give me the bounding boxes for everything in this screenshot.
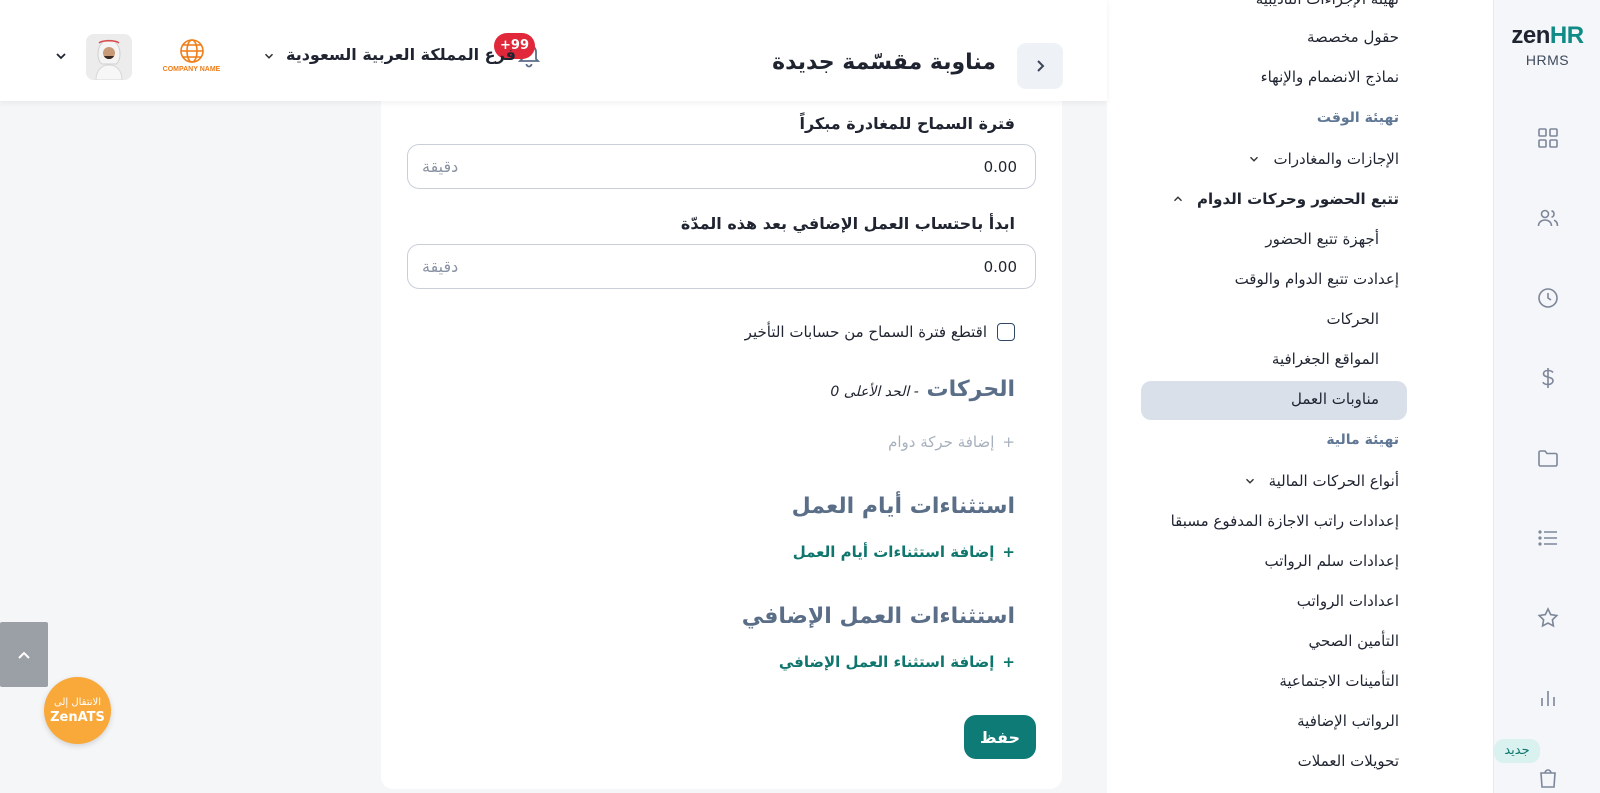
logo-text: zen	[1511, 22, 1550, 49]
nav-item-extra-salaries[interactable]: الرواتب الإضافية	[1297, 712, 1399, 730]
dashboard-icon[interactable]	[1536, 126, 1560, 150]
settings-nav: تهيئة الإجراءات التأديبية حقول مخصصة نما…	[1107, 0, 1493, 793]
dollar-icon[interactable]	[1536, 366, 1560, 390]
icon-rail: zenHR HRMS جديد	[1493, 0, 1600, 793]
scroll-to-top-button[interactable]	[0, 622, 48, 687]
page-title: مناوبة مقسّمة جديدة	[772, 50, 996, 75]
nav-item-label: إعدادات راتب الاجازة المدفوع مسبقا	[1170, 512, 1399, 530]
star-icon[interactable]	[1536, 606, 1560, 630]
overtime-start-label: ابدأ باحتساب العمل الإضافي بعد هذه المدّ…	[680, 214, 1015, 233]
nav-section-finance: تهيئة مالية	[1326, 432, 1399, 448]
add-overtime-exception-link[interactable]: + إضافة استثناء العمل الإضافي	[779, 653, 1015, 671]
zenats-line1: الانتقال إلى	[54, 696, 101, 708]
company-name: COMPANY NAME	[162, 66, 221, 73]
field-value: 0.00	[983, 157, 1017, 176]
chart-icon[interactable]	[1536, 686, 1560, 710]
save-button[interactable]: حفظ	[964, 715, 1036, 759]
plus-icon: +	[1002, 543, 1015, 561]
company-logo: COMPANY NAME	[155, 30, 228, 80]
branch-selector[interactable]: فرع المملكة العربية السعودية	[262, 45, 516, 64]
nav-item-custom-fields[interactable]: حقول مخصصة	[1307, 28, 1399, 46]
nav-item-label: تحويلات العملات	[1297, 752, 1399, 770]
overtime-start-field[interactable]: دقيقة 0.00	[407, 244, 1036, 289]
chevron-down-icon[interactable]	[53, 48, 69, 64]
nav-item-label: نماذج الانضمام والإنهاء	[1260, 68, 1399, 86]
chevron-up-icon	[1171, 192, 1185, 206]
movements-limit: - الحد الأعلى 0	[830, 384, 919, 400]
zenats-line2: ZenATS	[50, 709, 105, 725]
nav-item-prepaid-leave[interactable]: إعدادات راتب الاجازة المدفوع مسبقا	[1171, 512, 1399, 530]
users-icon[interactable]	[1536, 206, 1560, 230]
logo-accent-text: HR	[1549, 22, 1584, 49]
shift-form-card: فترة السماح للمغادرة مبكراً دقيقة 0.00 ا…	[381, 101, 1062, 789]
deduct-grace-checkbox[interactable]	[997, 323, 1015, 341]
list-icon[interactable]	[1536, 526, 1560, 550]
clock-icon[interactable]	[1536, 286, 1560, 310]
nav-item-attendance-devices[interactable]: أجهزة تتبع الحضور	[1265, 230, 1379, 248]
early-leave-label: فترة السماح للمغادرة مبكراً	[799, 114, 1015, 133]
add-movement-label: إضافة حركة دوام	[888, 433, 995, 451]
chevron-down-icon	[262, 48, 276, 62]
unit-suffix: دقيقة	[422, 257, 459, 276]
chevron-down-icon	[1243, 474, 1257, 488]
zenats-switch-button[interactable]: الانتقال إلى ZenATS	[44, 677, 111, 744]
unit-suffix: دقيقة	[422, 157, 459, 176]
folder-icon[interactable]	[1536, 446, 1560, 470]
nav-item-leaves[interactable]: الإجازات والمغادرات	[1247, 150, 1399, 168]
nav-item-salary-scale[interactable]: إعدادات سلم الرواتب	[1264, 552, 1399, 570]
add-workday-exception-label: إضافة استثناءات أيام العمل	[792, 543, 995, 561]
nav-item-label: التأمين الصحي	[1308, 632, 1399, 650]
logo-subtitle: HRMS	[1525, 52, 1570, 68]
add-workday-exception-link[interactable]: + إضافة استثناءات أيام العمل	[793, 543, 1015, 561]
chevron-down-icon	[1247, 152, 1261, 166]
nav-item-salary-settings[interactable]: اعدادات الرواتب	[1297, 592, 1399, 610]
nav-item-label: إعدادت تتبع الدوام والوقت	[1234, 270, 1399, 288]
early-leave-field[interactable]: دقيقة 0.00	[407, 144, 1036, 189]
nav-item-label: التأمينات الاجتماعية	[1279, 672, 1399, 690]
nav-item-attendance[interactable]: تتبع الحضور وحركات الدوام	[1171, 190, 1399, 208]
add-movement-link[interactable]: + إضافة حركة دوام	[888, 433, 1015, 451]
nav-item-label: حقول مخصصة	[1306, 28, 1399, 46]
deduct-grace-row[interactable]: اقتطع فترة السماح من حسابات التأخير	[745, 323, 1015, 341]
checkbox-label: اقتطع فترة السماح من حسابات التأخير	[744, 323, 987, 341]
nav-item-geo-locations[interactable]: المواقع الجغرافية	[1272, 350, 1379, 368]
new-badge: جديد	[1494, 739, 1540, 763]
nav-item-label: الحركات	[1326, 310, 1379, 328]
nav-section-time: تهيئة الوقت	[1316, 110, 1399, 126]
bag-icon[interactable]	[1536, 766, 1560, 790]
overtime-exceptions-title: استثناءات العمل الإضافي	[741, 604, 1015, 629]
movements-title: الحركات - الحد الأعلى 0	[830, 377, 1015, 402]
nav-item-partial[interactable]: تهيئة الإجراءات التأديبية	[1256, 0, 1399, 8]
nav-item-label: تتبع الحضور وحركات الدوام	[1197, 190, 1399, 208]
top-header: مناوبة مقسّمة جديدة +99 فرع المملكة العر…	[0, 0, 1107, 101]
movements-heading: الحركات	[926, 377, 1015, 402]
nav-item-label: اعدادات الرواتب	[1296, 592, 1399, 610]
app-logo[interactable]: zenHR HRMS	[1494, 22, 1600, 68]
nav-item-label: أجهزة تتبع الحضور	[1265, 230, 1379, 248]
nav-item-label: الإجازات والمغادرات	[1273, 150, 1399, 168]
nav-item-label: المواقع الجغرافية	[1271, 350, 1379, 368]
branch-label: فرع المملكة العربية السعودية	[286, 45, 517, 64]
avatar[interactable]	[86, 34, 132, 80]
nav-item-label: الرواتب الإضافية	[1297, 712, 1399, 730]
plus-icon: +	[1002, 433, 1015, 451]
nav-item-attendance-settings[interactable]: إعدادت تتبع الدوام والوقت	[1235, 270, 1399, 288]
plus-icon: +	[1002, 653, 1015, 671]
field-value: 0.00	[983, 257, 1017, 276]
nav-item-currency-transfers[interactable]: تحويلات العملات	[1298, 752, 1399, 770]
nav-item-work-shifts[interactable]: مناوبات العمل	[1291, 390, 1379, 408]
nav-item-finance-types[interactable]: أنواع الحركات المالية	[1243, 472, 1399, 490]
nav-item-onboarding-forms[interactable]: نماذج الانضمام والإنهاء	[1261, 68, 1399, 86]
workday-exceptions-title: استثناءات أيام العمل	[791, 494, 1015, 519]
nav-item-social-insurance[interactable]: التأمينات الاجتماعية	[1279, 672, 1399, 690]
back-button[interactable]	[1017, 43, 1063, 89]
nav-item-health-insurance[interactable]: التأمين الصحي	[1308, 632, 1399, 650]
add-overtime-exception-label: إضافة استثناء العمل الإضافي	[778, 653, 995, 671]
nav-item-label: إعدادات سلم الرواتب	[1264, 552, 1399, 570]
nav-item-movements[interactable]: الحركات	[1326, 310, 1379, 328]
nav-item-label: أنواع الحركات المالية	[1268, 472, 1399, 490]
nav-item-label: مناوبات العمل	[1290, 390, 1379, 408]
